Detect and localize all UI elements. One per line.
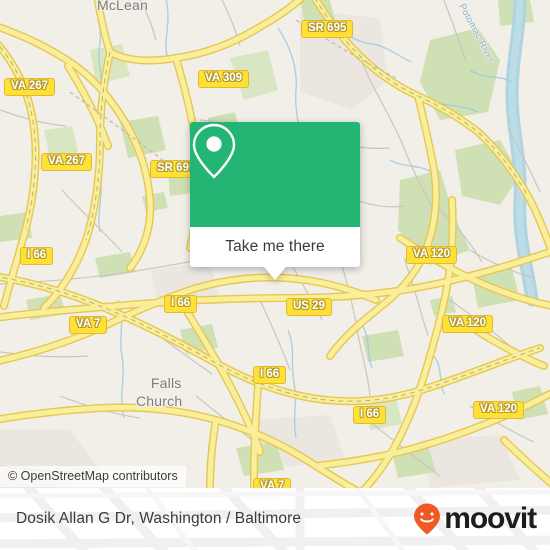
moovit-pin-icon xyxy=(414,503,441,535)
road-shield[interactable]: SR 695 xyxy=(301,20,354,38)
destination-callout-card[interactable]: Take me there xyxy=(190,122,360,280)
road-shield[interactable]: VA 7 xyxy=(253,478,292,488)
moovit-wordmark: moovit xyxy=(444,502,537,535)
road-shield[interactable]: VA 120 xyxy=(473,401,525,419)
road-shield[interactable]: I 66 xyxy=(20,247,54,265)
callout-action-area[interactable]: Take me there xyxy=(190,227,360,267)
road-shield[interactable]: VA 7 xyxy=(69,316,108,334)
map-place-label-falls-church: Falls Church xyxy=(136,374,182,410)
screenshot-root: McLean Falls Church Potomac River SR 695 … xyxy=(0,0,550,550)
map-pin-icon xyxy=(192,123,236,179)
osm-attribution[interactable]: © OpenStreetMap contributors xyxy=(0,466,186,487)
falls-church-line-1: Falls xyxy=(150,375,182,391)
callout-pointer-tail xyxy=(264,267,286,280)
map-canvas[interactable]: McLean Falls Church Potomac River SR 695 … xyxy=(0,0,550,488)
moovit-brand[interactable]: moovit xyxy=(411,502,537,536)
take-me-there-label: Take me there xyxy=(225,238,325,255)
road-shield[interactable]: US 29 xyxy=(286,298,332,316)
footer-bar: Dosik Allan G Dr, Washington / Baltimore… xyxy=(0,488,550,550)
falls-church-line-2: Church xyxy=(136,393,183,409)
road-shield[interactable]: I 66 xyxy=(164,295,198,313)
footer-content: Dosik Allan G Dr, Washington / Baltimore… xyxy=(0,488,550,550)
road-shield[interactable]: I 66 xyxy=(353,406,387,424)
callout-icon-area xyxy=(190,122,360,227)
road-shield[interactable]: VA 267 xyxy=(41,153,93,171)
location-title: Dosik Allan G Dr, Washington / Baltimore xyxy=(16,510,302,527)
road-shield[interactable]: VA 120 xyxy=(442,315,494,333)
map-place-label-mclean: McLean xyxy=(97,0,149,13)
road-shield[interactable]: VA 267 xyxy=(4,78,56,96)
road-shield[interactable]: VA 120 xyxy=(406,246,458,264)
road-shield[interactable]: I 66 xyxy=(253,366,287,384)
road-shield[interactable]: VA 309 xyxy=(198,70,250,88)
